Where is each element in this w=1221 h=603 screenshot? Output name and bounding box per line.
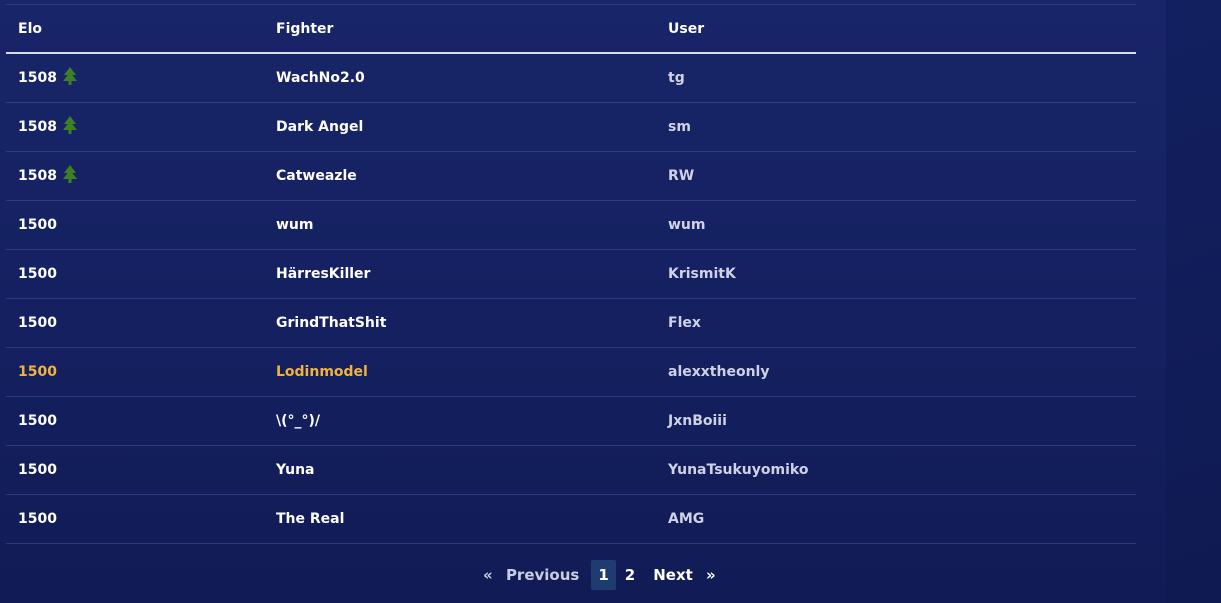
table-row[interactable]: 1500 Lodinmodel alexxtheonly bbox=[6, 347, 1136, 397]
elo-cell: 1508 bbox=[6, 151, 264, 201]
user-name[interactable]: sm bbox=[656, 102, 1136, 152]
user-name[interactable]: JxnBoiii bbox=[656, 396, 1136, 446]
table-row[interactable]: 1508 Catweazle RW bbox=[6, 151, 1136, 201]
elo-value: 1508 bbox=[18, 168, 57, 184]
previous-label: Previous bbox=[505, 566, 580, 584]
user-name[interactable]: KrismitK bbox=[656, 249, 1136, 299]
table-row[interactable]: 1500 Yuna YunaTsukuyomiko bbox=[6, 445, 1136, 495]
leaderboard-panel: Elo Fighter User 1508 WachNo2.0 tg 1508 Dark… bbox=[0, 0, 1166, 603]
page-button-1[interactable]: 1 bbox=[591, 560, 616, 590]
elo-value: 1500 bbox=[18, 266, 57, 282]
leaderboard-table: Elo Fighter User 1508 WachNo2.0 tg 1508 Dark… bbox=[6, 5, 1136, 544]
column-header-user[interactable]: User bbox=[656, 5, 1136, 54]
next-page-button[interactable]: Next » bbox=[647, 560, 722, 590]
fighter-name[interactable]: WachNo2.0 bbox=[264, 53, 656, 103]
double-chevron-left-icon: « bbox=[483, 566, 493, 584]
next-label: Next bbox=[653, 566, 693, 584]
elo-cell: 1500 bbox=[6, 445, 264, 495]
table-row[interactable]: 1500 HärresKiller KrismitK bbox=[6, 249, 1136, 299]
elo-cell: 1500 bbox=[6, 298, 264, 348]
elo-cell: 1500 bbox=[6, 200, 264, 250]
tree-up-icon bbox=[62, 165, 78, 187]
fighter-name[interactable]: Lodinmodel bbox=[264, 347, 656, 397]
elo-cell: 1500 bbox=[6, 396, 264, 446]
elo-cell: 1508 bbox=[6, 53, 264, 103]
fighter-name[interactable]: Catweazle bbox=[264, 151, 656, 201]
fighter-name[interactable]: The Real bbox=[264, 494, 656, 544]
column-header-elo[interactable]: Elo bbox=[6, 5, 264, 54]
fighter-name[interactable]: HärresKiller bbox=[264, 249, 656, 299]
table-row[interactable]: 1508 WachNo2.0 tg bbox=[6, 53, 1136, 103]
user-name[interactable]: tg bbox=[656, 53, 1136, 103]
elo-value: 1500 bbox=[18, 413, 57, 429]
fighter-name[interactable]: wum bbox=[264, 200, 656, 250]
elo-cell: 1500 bbox=[6, 494, 264, 544]
elo-value: 1500 bbox=[18, 364, 57, 380]
user-name[interactable]: alexxtheonly bbox=[656, 347, 1136, 397]
fighter-name[interactable]: Dark Angel bbox=[264, 102, 656, 152]
elo-value: 1500 bbox=[18, 462, 57, 478]
table-row[interactable]: 1500 \(°_°)/JxnBoiii bbox=[6, 396, 1136, 446]
table-row[interactable]: 1500 The Real AMG bbox=[6, 494, 1136, 544]
previous-page-button[interactable]: « Previous bbox=[477, 560, 585, 590]
fighter-name[interactable]: \(°_°)/ bbox=[264, 396, 656, 446]
user-name[interactable]: YunaTsukuyomiko bbox=[656, 445, 1136, 495]
user-name[interactable]: Flex bbox=[656, 298, 1136, 348]
elo-value: 1500 bbox=[18, 315, 57, 331]
tree-up-icon bbox=[62, 67, 78, 89]
user-name[interactable]: RW bbox=[656, 151, 1136, 201]
user-name[interactable]: wum bbox=[656, 200, 1136, 250]
elo-value: 1500 bbox=[18, 511, 57, 527]
elo-value: 1508 bbox=[18, 70, 57, 86]
elo-cell: 1500 bbox=[6, 347, 264, 397]
page-button-2[interactable]: 2 bbox=[619, 560, 641, 590]
fighter-name[interactable]: Yuna bbox=[264, 445, 656, 495]
elo-value: 1508 bbox=[18, 119, 57, 135]
header-row: Elo Fighter User bbox=[6, 5, 1136, 54]
elo-cell: 1508 bbox=[6, 102, 264, 152]
table-row[interactable]: 1500 GrindThatShit Flex bbox=[6, 298, 1136, 348]
table-row[interactable]: 1500 wum wum bbox=[6, 200, 1136, 250]
double-chevron-right-icon: » bbox=[706, 566, 716, 584]
table-row[interactable]: 1508 Dark Angel sm bbox=[6, 102, 1136, 152]
fighter-name[interactable]: GrindThatShit bbox=[264, 298, 656, 348]
user-name[interactable]: AMG bbox=[656, 494, 1136, 544]
column-header-fighter[interactable]: Fighter bbox=[264, 5, 656, 54]
elo-value: 1500 bbox=[18, 217, 57, 233]
pagination: « Previous 1 2 Next » bbox=[477, 560, 722, 590]
elo-cell: 1500 bbox=[6, 249, 264, 299]
tree-up-icon bbox=[62, 116, 78, 138]
